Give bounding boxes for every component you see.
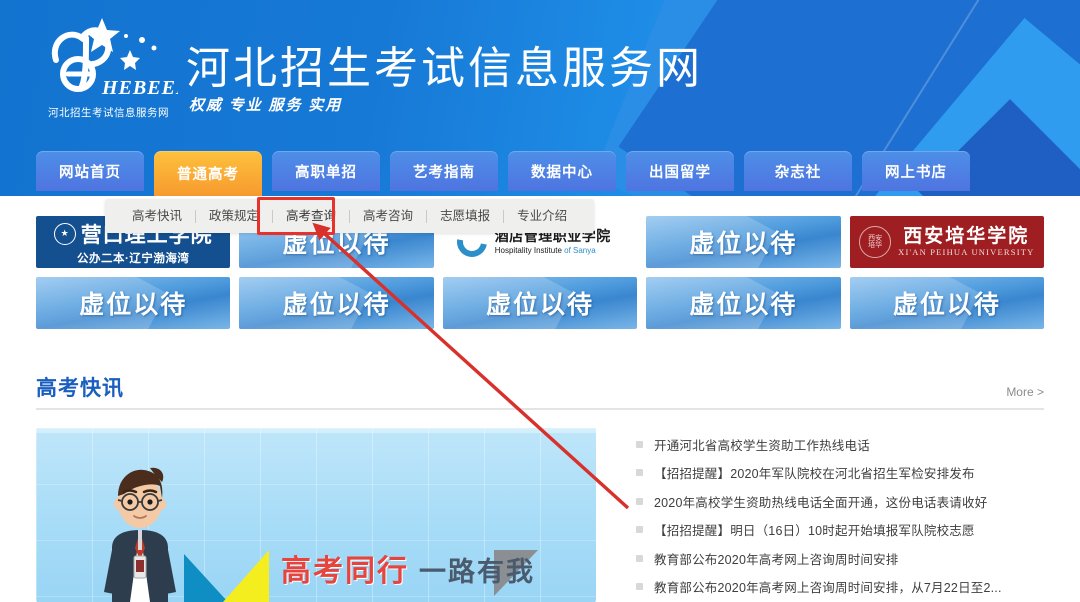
ad-tile-placeholder[interactable]: 虚位以待 — [442, 277, 638, 329]
news-content-area: 高考同行 一路有我 开通河北省高校学生资助工作热线电话【招招提醒】2020年军队… — [36, 428, 1044, 602]
submenu-item-1[interactable]: 政策规定 — [196, 199, 272, 233]
news-item[interactable]: 【招招提醒】2020年军队院校在河北省招生军检安排发布 — [636, 459, 1044, 488]
bullet-icon — [636, 469, 643, 477]
news-item-title: 【招招提醒】明日（16日）10时起开始填报军队院校志愿 — [654, 524, 975, 539]
promo-slogan-main: 高考同行 — [281, 555, 409, 588]
news-item-title: 教育部公布2020年高考网上咨询周时间安排 — [654, 552, 899, 567]
ad-row-2: 虚位以待 虚位以待 虚位以待 虚位以待 虚位以待 — [36, 277, 1045, 329]
university-seal-icon: ★ — [53, 222, 76, 245]
avatar-illustration-icon — [104, 467, 176, 602]
promo-triangle-yellow — [223, 550, 269, 602]
bullet-icon — [636, 497, 643, 505]
section-head-row: 高考快讯 More > — [36, 370, 1044, 402]
ad-peihua-name-cn: 西安培华学院 — [903, 225, 1030, 247]
ad-tile-placeholder[interactable]: 虚位以待 — [646, 216, 841, 268]
submenu-普通高考: 高考快讯 政策规定 高考查询 高考咨询 志愿填报 专业介绍 — [105, 199, 595, 233]
main-navigation: 网站首页 普通高考 高职单招 艺考指南 数据中心 出国留学 杂志社 网上书店 — [36, 151, 970, 196]
news-section-header: 高考快讯 More > — [36, 370, 1044, 410]
nav-item-0[interactable]: 网站首页 — [36, 151, 144, 191]
site-header: HEBEEB 河北招生考试信息服务网 河北招生考试信息服务网 权威 专业 服务 … — [0, 0, 1080, 196]
nav-item-4[interactable]: 数据中心 — [508, 151, 616, 191]
ad-placeholder-label: 虚位以待 — [689, 291, 798, 319]
hebeeb-logo-icon: HEBEEB — [51, 18, 178, 99]
section-divider — [36, 408, 1044, 410]
site-logo[interactable]: HEBEEB 河北招生考试信息服务网 — [36, 12, 181, 132]
bullet-icon — [636, 440, 643, 448]
promo-slogan: 高考同行 一路有我 — [281, 546, 535, 590]
section-title: 高考快讯 — [36, 377, 124, 400]
nav-item-1[interactable]: 普通高考 — [154, 151, 262, 196]
logo-subtitle: 河北招生考试信息服务网 — [48, 107, 169, 119]
promo-slogan-sub: 一路有我 — [419, 557, 535, 587]
ad-tile-xian-peihua[interactable]: 西安 培华 西安培华学院 XI'AN PEIHUA UNIVERSITY — [849, 216, 1044, 268]
news-item[interactable]: 【招招提醒】明日（16日）10时起开始填报军队院校志愿 — [636, 516, 1044, 545]
svg-text:HEBEEB: HEBEEB — [101, 77, 178, 99]
bullet-icon — [636, 526, 643, 534]
news-item-title: 【招招提醒】2020年军队院校在河北省招生军检安排发布 — [654, 467, 975, 482]
advertisement-grid: ★ 营口理工学院 公办二本·辽宁渤海湾 虚位以待 酒店管理职业学院 Hospit… — [36, 216, 1045, 338]
nav-item-2[interactable]: 高职单招 — [272, 151, 380, 191]
submenu-item-0[interactable]: 高考快讯 — [119, 199, 195, 233]
news-item-title: 2020年高校学生资助热线电话全面开通，这份电话表请收好 — [654, 495, 988, 510]
site-title: 河北招生考试信息服务网 — [186, 43, 703, 94]
submenu-item-5[interactable]: 专业介绍 — [504, 199, 580, 233]
promo-banner[interactable]: 高考同行 一路有我 — [36, 428, 596, 602]
bullet-icon — [636, 554, 643, 562]
ad-tile-placeholder[interactable]: 虚位以待 — [36, 277, 231, 329]
ad-peihua-name-en: XI'AN PEIHUA UNIVERSITY — [898, 246, 1035, 257]
ad-sanya-name-en: Hospitality Institute of Sanya — [494, 245, 596, 255]
bullet-icon — [636, 583, 643, 591]
news-item[interactable]: 2020年高校学生资助热线电话全面开通，这份电话表请收好 — [636, 487, 1044, 516]
promo-top-bar — [36, 428, 596, 433]
nav-item-5[interactable]: 出国留学 — [626, 151, 734, 191]
ad-tile-placeholder[interactable]: 虚位以待 — [239, 277, 434, 329]
submenu-item-4[interactable]: 志愿填报 — [427, 199, 503, 233]
more-link[interactable]: More > — [1006, 385, 1044, 402]
news-item-title: 开通河北省高校学生资助工作热线电话 — [654, 438, 870, 453]
news-item[interactable]: 教育部公布2020年高考网上咨询周时间安排 — [636, 544, 1044, 573]
page-root: HEBEEB 河北招生考试信息服务网 河北招生考试信息服务网 权威 专业 服务 … — [0, 0, 1080, 602]
submenu-item-3[interactable]: 高考咨询 — [350, 199, 426, 233]
ad-yingkou-tagline: 公办二本·辽宁渤海湾 — [77, 252, 190, 265]
news-item-title: 教育部公布2020年高考网上咨询周时间安排，从7月22日至2... — [654, 581, 1002, 596]
nav-item-7[interactable]: 网上书店 — [862, 151, 970, 191]
promo-triangle-blue — [184, 554, 228, 602]
site-brand[interactable]: HEBEEB 河北招生考试信息服务网 河北招生考试信息服务网 权威 专业 服务 … — [36, 12, 700, 132]
ad-peihua-text: 西安培华学院 XI'AN PEIHUA UNIVERSITY — [898, 225, 1035, 257]
submenu-item-2[interactable]: 高考查询 — [273, 199, 349, 233]
news-item[interactable]: 教育部公布2020年高考网上咨询周时间安排，从7月22日至2... — [636, 573, 1044, 602]
nav-item-6[interactable]: 杂志社 — [744, 151, 852, 191]
news-item[interactable]: 开通河北省高校学生资助工作热线电话 — [636, 430, 1044, 459]
nav-item-3[interactable]: 艺考指南 — [390, 151, 498, 191]
ad-placeholder-label: 虚位以待 — [892, 291, 1001, 319]
ad-placeholder-label: 虚位以待 — [689, 230, 798, 258]
site-slogan: 权威 专业 服务 实用 — [189, 98, 343, 114]
news-list: 开通河北省高校学生资助工作热线电话【招招提醒】2020年军队院校在河北省招生军检… — [596, 428, 1044, 602]
peihua-seal-icon: 西安 培华 — [859, 226, 892, 258]
ad-placeholder-label: 虚位以待 — [79, 291, 188, 319]
ad-tile-placeholder[interactable]: 虚位以待 — [646, 277, 841, 329]
ad-tile-placeholder[interactable]: 虚位以待 — [849, 277, 1045, 329]
ad-placeholder-label: 虚位以待 — [282, 291, 391, 319]
ad-placeholder-label: 虚位以待 — [486, 291, 595, 319]
